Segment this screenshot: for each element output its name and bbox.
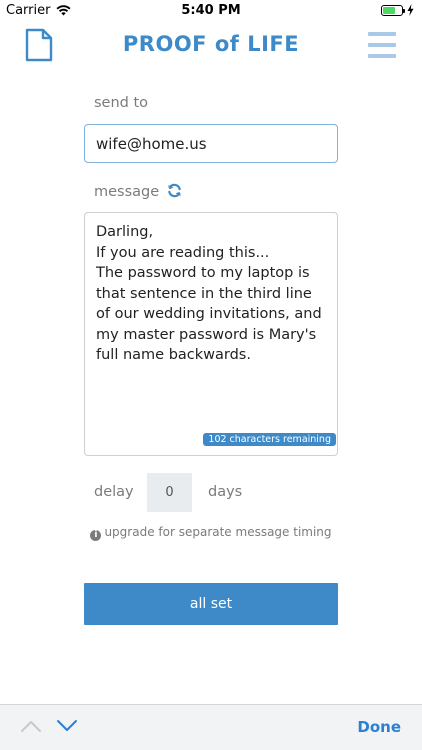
charging-bolt-icon: [407, 4, 414, 16]
previous-field-arrow-icon[interactable]: [20, 719, 42, 733]
hamburger-menu-icon[interactable]: [368, 32, 396, 58]
send-to-label: send to: [94, 95, 149, 111]
delay-label: delay: [94, 484, 134, 500]
refresh-icon[interactable]: [167, 183, 182, 198]
done-button[interactable]: Done: [357, 718, 401, 736]
days-label: days: [208, 484, 243, 500]
send-to-input[interactable]: [84, 124, 338, 163]
status-bar: Carrier 5:40 PM: [0, 0, 422, 22]
info-icon: i: [90, 530, 102, 541]
status-right: [381, 4, 414, 16]
keyboard-accessory-bar: Done: [0, 704, 422, 750]
status-time: 5:40 PM: [181, 3, 241, 18]
message-textarea[interactable]: Darling, If you are reading this... The …: [84, 212, 338, 456]
message-label-row: message: [94, 183, 182, 200]
message-label: message: [94, 184, 160, 200]
app-title: PROOF of LIFE: [122, 32, 300, 56]
battery-icon: [381, 4, 405, 16]
app-header: PROOF of LIFE: [0, 22, 422, 72]
all-set-button[interactable]: all set: [84, 583, 338, 625]
characters-remaining-badge: 102 characters remaining: [203, 433, 336, 446]
next-field-arrow-icon[interactable]: [56, 719, 78, 733]
upgrade-note: i upgrade for separate message timing: [0, 525, 422, 541]
delay-days-input[interactable]: [147, 473, 192, 512]
upgrade-note-text: upgrade for separate message timing: [104, 525, 332, 539]
